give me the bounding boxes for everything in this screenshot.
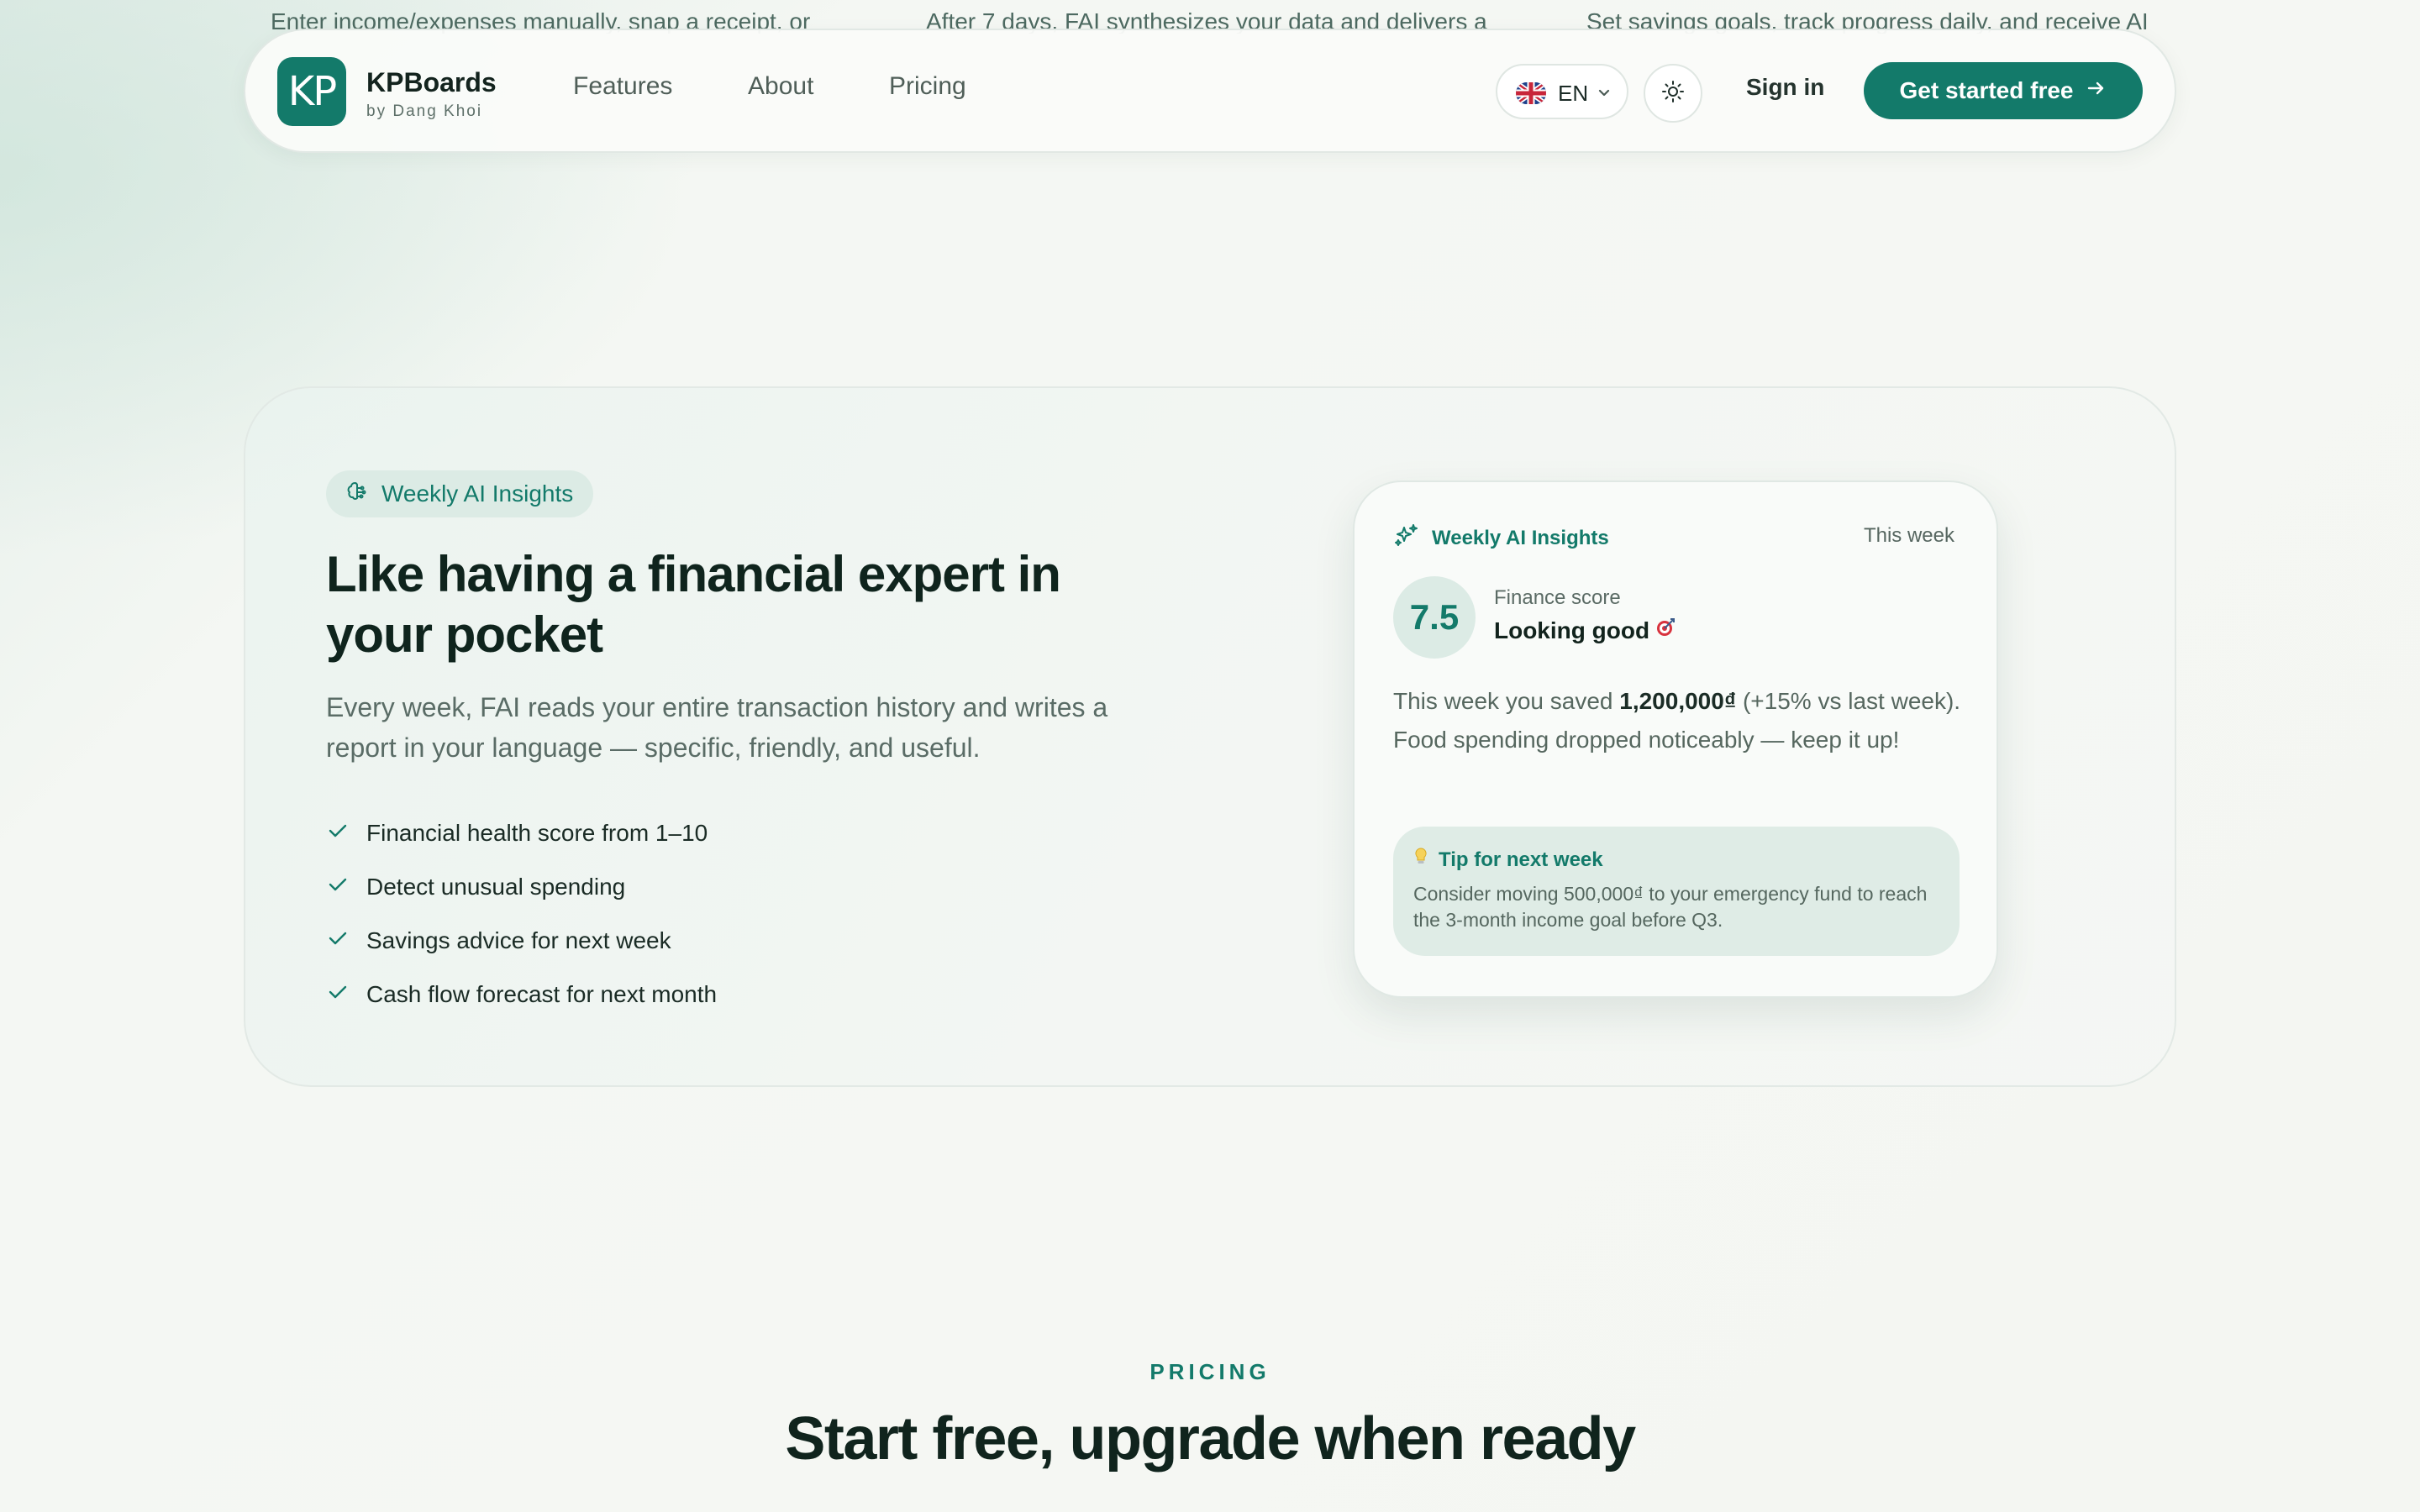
insight-card-header: Weekly AI Insights: [1393, 522, 1609, 554]
get-started-button[interactable]: Get started free: [1864, 62, 2143, 119]
pricing-title: Start free, upgrade when ready: [785, 1405, 1636, 1473]
section-headline: Like having a financial expert in your p…: [326, 546, 1061, 663]
tip-text: Consider moving 500,000₫ to your emergen…: [1413, 883, 1928, 931]
saved-amount: 1,200,000₫: [1619, 688, 1737, 714]
brain-icon: [345, 479, 370, 510]
theme-toggle-button[interactable]: [1644, 64, 1702, 123]
feature-checklist: Financial health score from 1–10 Detect …: [326, 806, 717, 1021]
check-icon: [326, 927, 350, 956]
insight-card-title: Weekly AI Insights: [1432, 526, 1609, 549]
sparkles-icon: [1393, 522, 1420, 554]
weekly-insights-section: Weekly AI Insights Like having a financi…: [244, 386, 2176, 1087]
language-selector[interactable]: EN: [1496, 64, 1628, 119]
checklist-item: Financial health score from 1–10: [326, 806, 717, 860]
checklist-item-label: Detect unusual spending: [366, 874, 626, 900]
brand-logo[interactable]: KP: [277, 57, 346, 126]
finance-score-status: Looking good: [1494, 617, 1676, 644]
checklist-item-label: Financial health score from 1–10: [366, 820, 708, 846]
checklist-item-label: Savings advice for next week: [366, 927, 671, 953]
nav-features-link[interactable]: Features: [573, 72, 672, 101]
finance-score-label: Finance score: [1494, 586, 1621, 609]
insight-card-period: This week: [1863, 524, 1954, 547]
finance-score-value: 7.5: [1393, 576, 1476, 659]
pricing-eyebrow: PRICING: [1150, 1359, 1270, 1384]
uk-flag-icon: [1516, 82, 1546, 104]
logo-text: KP: [287, 68, 337, 115]
nav-pricing-link[interactable]: Pricing: [889, 72, 966, 101]
lightbulb-icon: [1413, 847, 1428, 873]
check-icon: [326, 873, 350, 902]
top-navbar: KP KPBoards by Dang Khoi Features About …: [244, 29, 2176, 153]
checklist-item: Detect unusual spending: [326, 860, 717, 914]
check-icon: [326, 819, 350, 848]
get-started-label: Get started free: [1899, 77, 2074, 103]
insight-card-summary: This week you saved 1,200,000₫ (+15% vs …: [1393, 682, 1965, 759]
tip-header: Tip for next week: [1413, 847, 1939, 873]
arrow-right-icon: [2085, 77, 2107, 105]
language-code: EN: [1558, 81, 1589, 106]
section-badge-label: Weekly AI Insights: [381, 480, 574, 507]
summary-text-start: This week you saved: [1393, 688, 1620, 714]
sign-in-link[interactable]: Sign in: [1746, 74, 1824, 101]
brand-subtitle: by Dang Khoi: [366, 102, 483, 120]
section-badge: Weekly AI Insights: [326, 470, 594, 517]
checklist-item: Savings advice for next week: [326, 914, 717, 968]
finance-score-status-text: Looking good: [1494, 617, 1650, 643]
nav-about-link[interactable]: About: [748, 72, 813, 101]
tip-title: Tip for next week: [1439, 848, 1603, 871]
tip-box: Tip for next week Consider moving 500,00…: [1393, 827, 1960, 956]
section-description: Every week, FAI reads your entire transa…: [326, 692, 1108, 763]
checklist-item: Cash flow forecast for next month: [326, 968, 717, 1021]
sun-icon: [1660, 79, 1686, 108]
checklist-item-label: Cash flow forecast for next month: [366, 981, 718, 1007]
insight-card: Weekly AI Insights This week 7.5 Finance…: [1353, 480, 1998, 998]
brand-name[interactable]: KPBoards: [366, 67, 497, 98]
chevron-down-icon: [1593, 82, 1615, 104]
check-icon: [326, 980, 350, 1010]
target-icon: [1655, 617, 1676, 644]
